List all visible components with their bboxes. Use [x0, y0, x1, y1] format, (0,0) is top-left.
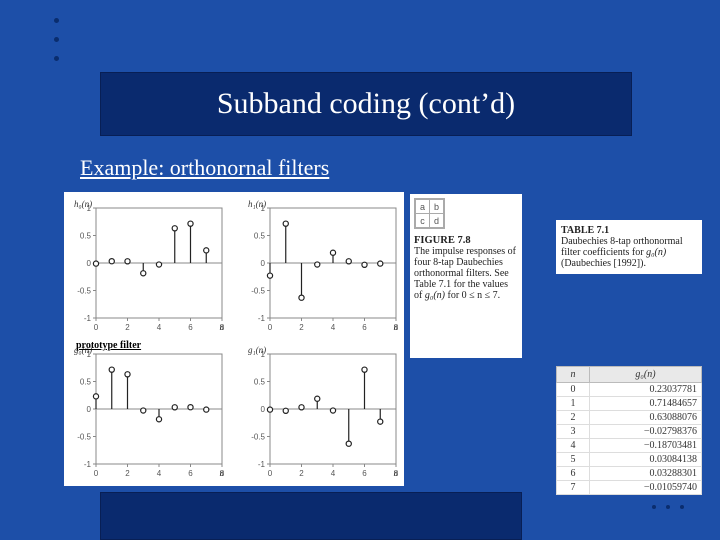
svg-text:6: 6	[188, 323, 193, 332]
plot-h0: -1-0.500.5102468h₀(n)n	[68, 196, 230, 338]
svg-text:-0.5: -0.5	[77, 433, 91, 442]
svg-text:4: 4	[331, 323, 336, 332]
svg-text:g₁(n): g₁(n)	[248, 345, 266, 355]
table-row: 20.63088076	[557, 411, 702, 425]
col-n: n	[557, 367, 590, 383]
title-bar: Subband coding (cont’d)	[100, 72, 632, 136]
svg-text:0: 0	[261, 259, 266, 268]
svg-text:0: 0	[94, 323, 99, 332]
svg-text:4: 4	[331, 469, 336, 478]
svg-text:4: 4	[157, 469, 162, 478]
svg-text:6: 6	[362, 323, 367, 332]
figure-number: FIGURE 7.8	[414, 235, 518, 246]
svg-text:4: 4	[157, 323, 162, 332]
svg-text:n: n	[220, 468, 225, 478]
svg-text:n: n	[394, 468, 399, 478]
figure-caption: ab cd FIGURE 7.8 The impulse responses o…	[410, 194, 522, 358]
footer-dots	[642, 496, 684, 514]
table-row: 4−0.18703481	[557, 439, 702, 453]
prototype-label: prototype filter	[76, 340, 141, 351]
svg-text:0: 0	[94, 469, 99, 478]
svg-text:n: n	[394, 322, 399, 332]
svg-text:-0.5: -0.5	[77, 287, 91, 296]
table-caption: TABLE 7.1 Daubechies 8-tap orthonormal f…	[556, 220, 702, 274]
plot-h1: -1-0.500.5102468h₁(n)n	[242, 196, 404, 338]
svg-text:h₁(n): h₁(n)	[248, 199, 266, 209]
table-row: 3−0.02798376	[557, 425, 702, 439]
svg-text:-0.5: -0.5	[251, 433, 265, 442]
svg-text:0: 0	[268, 469, 273, 478]
example-heading: Example: orthonornal filters	[80, 155, 329, 181]
table-row: 50.03084138	[557, 453, 702, 467]
table-body: 00.2303778110.7148465720.630880763−0.027…	[557, 383, 702, 495]
svg-text:2: 2	[299, 323, 304, 332]
plot-g1: -1-0.500.5102468g₁(n)n	[242, 342, 404, 484]
slide-title: Subband coding (cont’d)	[217, 87, 515, 121]
svg-text:-1: -1	[84, 314, 92, 323]
svg-text:2: 2	[125, 323, 130, 332]
table-row: 60.03288301	[557, 467, 702, 481]
svg-text:6: 6	[188, 469, 193, 478]
plots-panel: -1-0.500.5102468h₀(n)n -1-0.500.5102468h…	[64, 192, 404, 486]
svg-text:-1: -1	[84, 460, 92, 469]
svg-text:0.5: 0.5	[80, 378, 92, 387]
table-row: 10.71484657	[557, 397, 702, 411]
subplot-grid-key: ab cd	[414, 198, 445, 229]
svg-text:0: 0	[261, 405, 266, 414]
svg-text:0: 0	[87, 405, 92, 414]
plot-g0: -1-0.500.5102468g₀(n)n	[68, 342, 230, 484]
svg-text:0: 0	[268, 323, 273, 332]
svg-text:0.5: 0.5	[80, 232, 92, 241]
svg-text:0: 0	[87, 259, 92, 268]
coefficients-table: n g₀(n) 00.2303778110.7148465720.6308807…	[556, 366, 702, 495]
svg-text:-1: -1	[258, 460, 266, 469]
slide-bullets	[54, 18, 59, 75]
svg-text:0.5: 0.5	[254, 232, 266, 241]
svg-text:0.5: 0.5	[254, 378, 266, 387]
svg-text:2: 2	[125, 469, 130, 478]
svg-text:-0.5: -0.5	[251, 287, 265, 296]
svg-text:2: 2	[299, 469, 304, 478]
svg-text:6: 6	[362, 469, 367, 478]
table-row: 7−0.01059740	[557, 481, 702, 495]
table-row: 00.23037781	[557, 383, 702, 397]
svg-text:h₀(n): h₀(n)	[74, 199, 92, 209]
svg-text:-1: -1	[258, 314, 266, 323]
footer-bar	[100, 492, 522, 540]
col-g: g₀(n)	[590, 367, 702, 383]
svg-text:n: n	[220, 322, 225, 332]
